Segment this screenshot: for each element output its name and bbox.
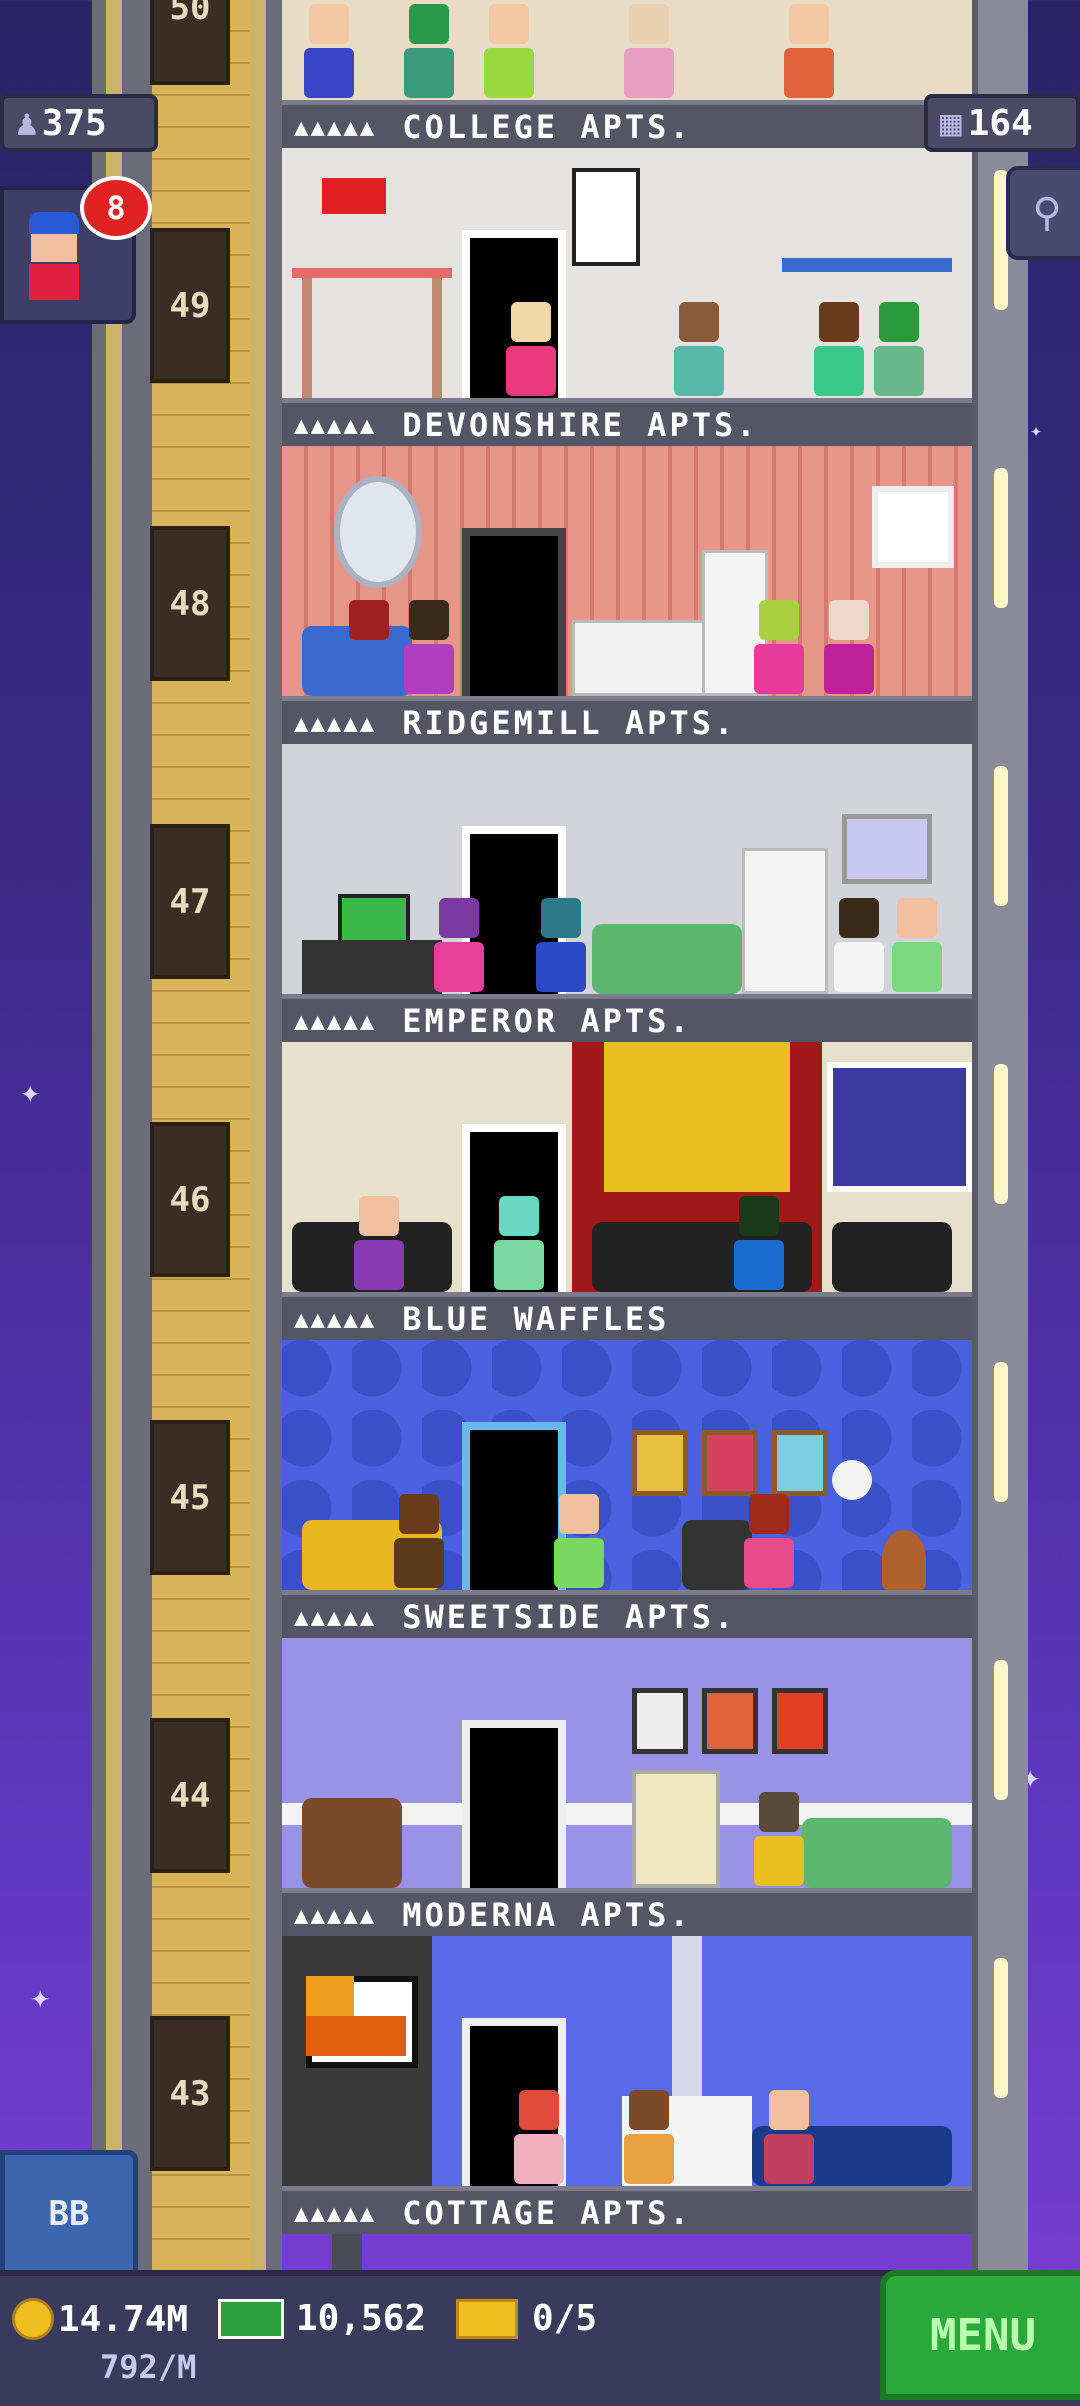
room-interior (282, 1042, 972, 1292)
floor-name: SWEETSIDE APTS. (402, 1597, 737, 1636)
elevator-door-48[interactable]: 48 (150, 526, 230, 681)
floor-name: MODERNA APTS. (402, 1895, 692, 1934)
floor-nameplate: ▲▲▲▲▲ BLUE WAFFLES (282, 1292, 972, 1340)
floor-name: RIDGEMILL APTS. (402, 703, 737, 742)
floor-rating-stars: ▲▲▲▲▲ (294, 410, 377, 439)
floor-name: DEVONSHIRE APTS. (402, 405, 759, 444)
coin-icon (12, 2298, 54, 2340)
room-interior (282, 148, 972, 398)
elevator-door-46[interactable]: 46 (150, 1122, 230, 1277)
sky-star: ✦ (20, 1072, 41, 1112)
population-value: 375 (41, 102, 107, 144)
floor-sweetside-apts[interactable]: ▲▲▲▲▲ SWEETSIDE APTS. (282, 1340, 972, 1638)
floor-rating-stars: ▲▲▲▲▲ (294, 112, 377, 141)
bux-value: 10,562 (296, 2298, 427, 2339)
floor-college-apts[interactable]: ▲▲▲▲▲ COLLEGE APTS. (282, 0, 972, 148)
elevator-door-49[interactable]: 49 (150, 228, 230, 383)
bux-icon (218, 2298, 284, 2339)
floor-emperor-apts[interactable]: ▲▲▲▲▲ EMPEROR APTS. (282, 744, 972, 1042)
tickets-display[interactable]: 0/5 (456, 2298, 597, 2339)
floor-nameplate: ▲▲▲▲▲ RIDGEMILL APTS. (282, 696, 972, 744)
floor-nameplate: ▲▲▲▲▲ DEVONSHIRE APTS. (282, 398, 972, 446)
building-icon: ▦ (940, 102, 962, 144)
person-icon: ♟ (16, 102, 38, 144)
coins-rate: 792/M (100, 2348, 196, 2386)
coins-value: 14.74M (58, 2298, 189, 2340)
floor-nameplate: ▲▲▲▲▲ EMPEROR APTS. (282, 994, 972, 1042)
elevator-door-43[interactable]: 43 (150, 2016, 230, 2171)
visitor-avatar (22, 212, 86, 302)
room-interior (282, 1340, 972, 1590)
floor-count-value: 164 (967, 102, 1033, 144)
tickets-value: 0/5 (532, 2298, 598, 2339)
floor-rating-stars: ▲▲▲▲▲ (294, 708, 377, 737)
coins-rate-value: 792/M (100, 2348, 197, 2386)
coins-display[interactable]: 14.74M (12, 2298, 188, 2340)
room-interior (282, 744, 972, 994)
floor-name: COLLEGE APTS. (402, 107, 692, 146)
ticket-icon (456, 2298, 518, 2339)
room-interior (282, 0, 972, 100)
floor-cottage-apts[interactable]: ▲▲▲▲▲ COTTAGE APTS. (282, 1936, 972, 2234)
room-interior (282, 1936, 972, 2186)
floor-ridgemill-apts[interactable]: ▲▲▲▲▲ RIDGEMILL APTS. (282, 446, 972, 744)
bux-display[interactable]: 10,562 (218, 2298, 426, 2339)
elevator-door-44[interactable]: 44 (150, 1718, 230, 1873)
menu-label: MENU (930, 2309, 1036, 2361)
floor-nameplate: ▲▲▲▲▲ COTTAGE APTS. (282, 2186, 972, 2234)
menu-button[interactable]: MENU (880, 2270, 1080, 2400)
magnifier-icon: ⚲ (1032, 190, 1062, 236)
floor-rating-stars: ▲▲▲▲▲ (294, 1006, 377, 1035)
room-interior (282, 446, 972, 696)
floor-nameplate: ▲▲▲▲▲ MODERNA APTS. (282, 1888, 972, 1936)
elevator-door-50[interactable]: 50 (150, 0, 230, 85)
sky-star: ✦ (30, 1977, 51, 2017)
floor-name: COTTAGE APTS. (402, 2193, 692, 2232)
sky-star: ✦ (1030, 418, 1043, 442)
bitbook-button[interactable]: BB (0, 2150, 138, 2278)
floor-rating-stars: ▲▲▲▲▲ (294, 2198, 377, 2227)
room-interior (282, 1638, 972, 1888)
floor-blue-waffles[interactable]: ▲▲▲▲▲ BLUE WAFFLES (282, 1042, 972, 1340)
floor-moderna-apts[interactable]: ▲▲▲▲▲ MODERNA APTS. (282, 1638, 972, 1936)
floor-rating-stars: ▲▲▲▲▲ (294, 1900, 377, 1929)
floor-rating-stars: ▲▲▲▲▲ (294, 1304, 377, 1333)
floor-nameplate: ▲▲▲▲▲ COLLEGE APTS. (282, 100, 972, 148)
search-button[interactable]: ⚲ (1006, 166, 1080, 260)
elevator-door-47[interactable]: 47 (150, 824, 230, 979)
bitbook-label: BB (48, 2194, 90, 2234)
floor-counter[interactable]: ▦ 164 (924, 94, 1080, 152)
floor-nameplate: ▲▲▲▲▲ SWEETSIDE APTS. (282, 1590, 972, 1638)
floor-rating-stars: ▲▲▲▲▲ (294, 1602, 377, 1631)
tower-right-frame (972, 0, 1028, 2270)
floor-devonshire-apts[interactable]: ▲▲▲▲▲ DEVONSHIRE APTS. (282, 148, 972, 446)
notification-badge: 8 (80, 176, 152, 240)
population-counter[interactable]: ♟ 375 (0, 94, 158, 152)
floor-name: EMPEROR APTS. (402, 1001, 692, 1040)
elevator-door-45[interactable]: 45 (150, 1420, 230, 1575)
floor-name: BLUE WAFFLES (402, 1299, 670, 1338)
